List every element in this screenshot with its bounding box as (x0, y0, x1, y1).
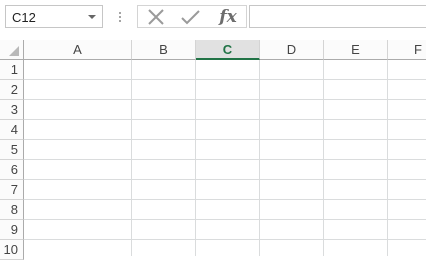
gridline (24, 99, 426, 100)
gridline (24, 79, 426, 80)
gridline (24, 239, 426, 240)
row-header-8[interactable]: 8 (0, 200, 24, 220)
cell-area[interactable] (24, 60, 426, 256)
gridline (24, 139, 426, 140)
cancel-icon[interactable] (143, 7, 171, 27)
column-header-e[interactable]: E (324, 40, 388, 60)
gridline (24, 119, 426, 120)
row-header-6[interactable]: 6 (0, 160, 24, 180)
column-header-a[interactable]: A (24, 40, 132, 60)
gridline (24, 159, 426, 160)
gridline (24, 199, 426, 200)
row-header-7[interactable]: 7 (0, 180, 24, 200)
row-header-2[interactable]: 2 (0, 80, 24, 100)
formula-input[interactable] (249, 5, 426, 28)
gridline (24, 219, 426, 220)
row-header-9[interactable]: 9 (0, 220, 24, 240)
spreadsheet-grid: A B C D E F 1 2 3 4 5 6 7 8 9 10 (0, 40, 426, 260)
gridline (131, 60, 132, 256)
row-header-1[interactable]: 1 (0, 60, 24, 80)
select-all-button[interactable] (0, 40, 24, 60)
checkmark-icon[interactable] (177, 7, 205, 27)
chevron-down-icon[interactable] (86, 10, 98, 24)
name-box[interactable]: C12 (5, 5, 103, 28)
formula-buttons: fx (137, 5, 247, 28)
column-header-f[interactable]: F (388, 40, 426, 60)
row-header-10[interactable]: 10 (0, 240, 24, 260)
column-header-c[interactable]: C (196, 40, 260, 60)
gridline (323, 60, 324, 256)
more-options-icon[interactable] (117, 9, 123, 25)
row-header-4[interactable]: 4 (0, 120, 24, 140)
name-box-value: C12 (12, 10, 36, 25)
gridline (24, 179, 426, 180)
row-header-5[interactable]: 5 (0, 140, 24, 160)
gridline (195, 60, 196, 256)
gridline (259, 60, 260, 256)
column-header-d[interactable]: D (260, 40, 324, 60)
column-header-b[interactable]: B (132, 40, 196, 60)
gridline (387, 60, 388, 256)
insert-function-button[interactable]: fx (214, 7, 242, 27)
row-header-3[interactable]: 3 (0, 100, 24, 120)
formula-bar: C12 fx (0, 0, 426, 40)
